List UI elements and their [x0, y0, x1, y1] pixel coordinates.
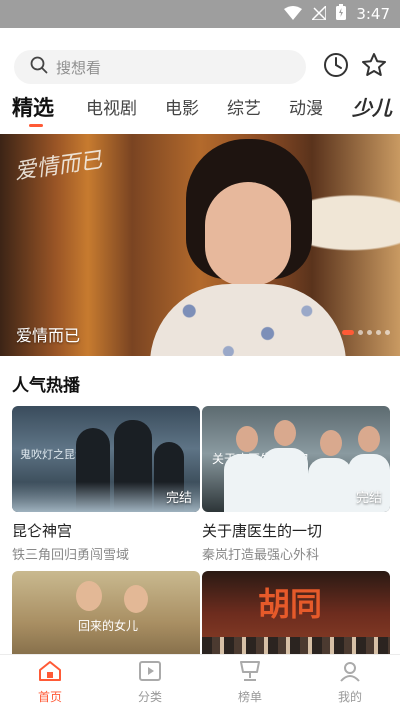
poster-text: 胡同: [258, 585, 323, 623]
banner-title: 爱情而已: [16, 326, 81, 345]
battery-icon: [336, 4, 347, 24]
category-icon: [138, 660, 162, 686]
poster-figure: [262, 448, 308, 512]
banner-dot: [342, 330, 354, 335]
banner-figure-face: [205, 182, 291, 286]
poster-figure: [76, 581, 102, 611]
poster-figure: [124, 585, 148, 613]
banner-dot: [358, 330, 363, 335]
star-icon: [361, 52, 387, 82]
video-subtitle: 秦岚打造最强心外科: [202, 548, 320, 563]
video-thumbnail: 关于唐医生的一切 完结: [202, 406, 390, 512]
nav-ranking[interactable]: 榜单: [200, 655, 300, 710]
poster-figure: [236, 426, 258, 452]
poster-figure: [274, 420, 296, 446]
banner-dot: [385, 330, 390, 335]
home-icon: [38, 660, 62, 686]
nav-label: 首页: [37, 690, 62, 704]
search-placeholder: 搜想看: [56, 58, 102, 77]
video-subtitle: 铁三角回归勇闯雪域: [12, 548, 130, 563]
nav-label: 榜单: [237, 690, 262, 704]
ranking-icon: [238, 660, 262, 686]
wifi-icon: [284, 5, 303, 24]
video-thumbnail: 鬼吹灯之昆仑神宫 完结: [12, 406, 200, 512]
status-time: 3:47: [356, 5, 390, 23]
nav-label: 我的: [337, 690, 362, 704]
status-bar: 3:47: [0, 0, 400, 28]
history-button[interactable]: [321, 52, 351, 82]
video-title: 关于唐医生的一切: [202, 522, 323, 540]
status-badge: 完结: [355, 491, 382, 506]
profile-icon: [338, 660, 362, 686]
banner-dot: [367, 330, 372, 335]
poster-figure: [320, 430, 342, 456]
video-card[interactable]: 关于唐医生的一切 完结 关于唐医生的一切 秦岚打造最强心外科: [202, 406, 390, 563]
poster-figure: [358, 426, 380, 452]
tab-anime[interactable]: 动漫: [289, 94, 323, 119]
status-badge: 完结: [165, 491, 192, 506]
status-icons: 3:47: [284, 0, 390, 28]
hero-banner[interactable]: 爱情而已 爱情而已: [0, 134, 400, 356]
tab-featured[interactable]: 精选: [12, 92, 54, 122]
favorites-button[interactable]: [359, 52, 389, 82]
poster-text: 回来的女儿: [78, 619, 139, 633]
no-signal-icon: [310, 3, 328, 24]
tab-variety[interactable]: 综艺: [227, 94, 261, 119]
nav-category[interactable]: 分类: [100, 655, 200, 710]
video-card[interactable]: 鬼吹灯之昆仑神宫 完结 昆仑神宫 铁三角回归勇闯雪域: [12, 406, 200, 563]
video-title: 昆仑神宫: [12, 522, 73, 540]
clock-icon: [323, 52, 349, 82]
category-tabs: 精选 电视剧 电影 综艺 动漫 少儿: [0, 94, 400, 128]
search-input[interactable]: 搜想看: [14, 50, 306, 84]
nav-label: 分类: [137, 690, 162, 704]
tab-indicator: [29, 124, 43, 127]
nav-home[interactable]: 首页: [0, 655, 100, 710]
banner-pagination: [342, 330, 390, 335]
tab-movies[interactable]: 电影: [165, 94, 199, 119]
poster-figure: [308, 458, 352, 512]
section-title: 人气热播: [12, 376, 80, 396]
banner-dot: [376, 330, 381, 335]
tab-tv-series[interactable]: 电视剧: [86, 94, 137, 119]
tab-kids[interactable]: 少儿: [352, 92, 392, 121]
bottom-nav: 首页 分类 榜单 我的: [0, 654, 400, 710]
nav-profile[interactable]: 我的: [300, 655, 400, 710]
search-icon: [30, 56, 48, 78]
